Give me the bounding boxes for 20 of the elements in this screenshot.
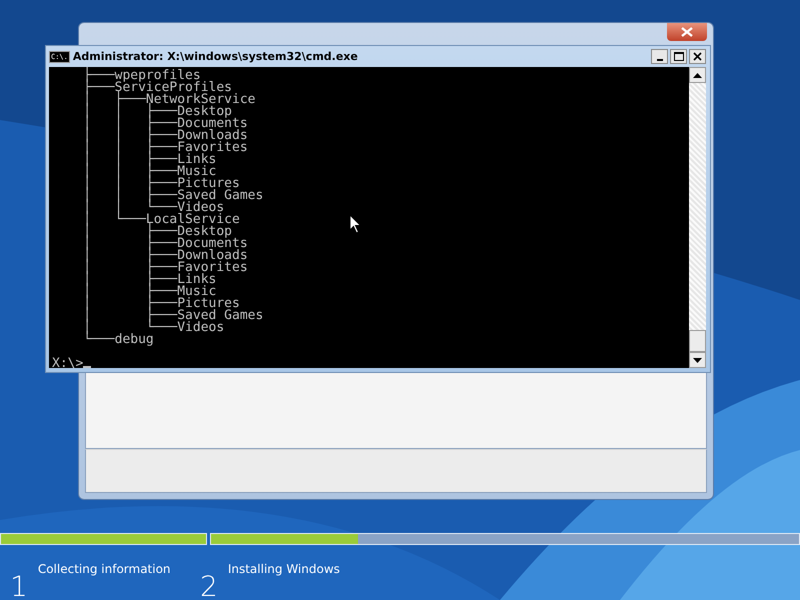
scrollbar[interactable] xyxy=(689,67,706,368)
window-title: Administrator: X:\windows\system32\cmd.exe xyxy=(72,50,359,63)
close-icon xyxy=(693,52,702,61)
down-arrow-icon xyxy=(693,358,702,362)
scroll-up-button[interactable] xyxy=(689,67,706,83)
scroll-down-button[interactable] xyxy=(689,352,706,368)
minimize-icon xyxy=(656,58,662,60)
maximize-icon xyxy=(674,52,684,61)
step-number: 2 xyxy=(200,569,218,600)
step-label: Installing Windows xyxy=(228,561,340,576)
text-cursor xyxy=(83,366,92,368)
step-number: 1 xyxy=(10,569,28,600)
scroll-thumb[interactable] xyxy=(689,330,706,352)
up-arrow-icon xyxy=(693,72,702,78)
close-icon xyxy=(681,27,693,37)
step-label: Collecting information xyxy=(38,561,171,576)
close-button[interactable] xyxy=(689,49,706,64)
maximize-button[interactable] xyxy=(670,49,687,64)
minimize-button[interactable] xyxy=(651,49,668,64)
command-prompt: X:\> xyxy=(52,358,84,368)
